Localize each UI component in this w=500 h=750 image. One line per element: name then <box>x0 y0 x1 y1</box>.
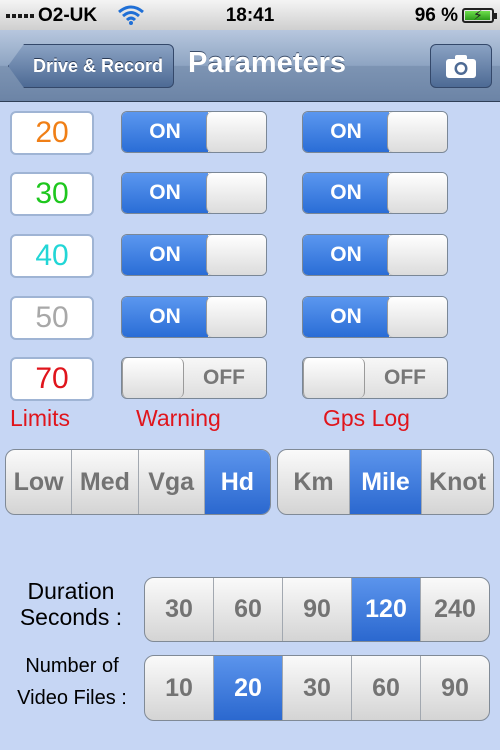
duration-option-120[interactable]: 120 <box>352 578 421 641</box>
quality-option-hd[interactable]: Hd <box>204 450 270 514</box>
toggle-knob[interactable] <box>206 173 266 213</box>
toggle-on-label: ON <box>122 235 208 275</box>
video-files-label-line2: Video Files : <box>17 687 127 709</box>
limits-label: Limits <box>10 405 71 431</box>
page-title: Parameters <box>188 47 346 79</box>
video-files-option-10[interactable]: 10 <box>145 656 214 720</box>
duration-label: Duration Seconds : <box>12 578 130 631</box>
camera-button[interactable] <box>430 44 492 88</box>
toggle-on-label: ON <box>303 112 389 152</box>
video-files-option-60[interactable]: 60 <box>352 656 421 720</box>
video-files-option-20[interactable]: 20 <box>214 656 283 720</box>
video-files-segmented-control: 10 20 30 60 90 <box>144 655 490 721</box>
toggle-knob[interactable] <box>387 173 447 213</box>
unit-option-km[interactable]: Km <box>278 450 350 514</box>
battery-percent: 96 % <box>414 5 458 26</box>
speed-limit-3[interactable]: 40 <box>10 234 94 278</box>
unit-option-mile[interactable]: Mile <box>350 450 422 514</box>
duration-label-line2: Seconds : <box>19 604 123 631</box>
speed-limit-4[interactable]: 50 <box>10 296 94 340</box>
toggle-knob[interactable] <box>206 112 266 152</box>
toggle-on-label: ON <box>122 173 208 213</box>
toggle-on-label: ON <box>122 297 208 337</box>
unit-option-knot[interactable]: Knot <box>422 450 493 514</box>
toggle-knob[interactable] <box>387 112 447 152</box>
toggle-on-label: ON <box>303 235 389 275</box>
speed-unit-segmented-control: Km Mile Knot <box>277 449 494 515</box>
toggle-knob[interactable] <box>387 297 447 337</box>
toggle-on-label: ON <box>122 112 208 152</box>
warning-label: Warning <box>136 405 221 431</box>
duration-segmented-control: 30 60 90 120 240 <box>144 577 490 642</box>
warning-toggle-1[interactable]: ON <box>121 111 267 153</box>
warning-toggle-5[interactable]: OFF <box>121 357 267 399</box>
video-files-option-90[interactable]: 90 <box>421 656 489 720</box>
duration-option-60[interactable]: 60 <box>214 578 283 641</box>
back-button[interactable]: Drive & Record <box>8 44 174 88</box>
toggle-knob[interactable] <box>387 235 447 275</box>
gps-log-toggle-5[interactable]: OFF <box>302 357 448 399</box>
toggle-on-label: ON <box>303 173 389 213</box>
warning-toggle-4[interactable]: ON <box>121 296 267 338</box>
warning-toggle-2[interactable]: ON <box>121 172 267 214</box>
toggle-off-label: OFF <box>203 366 245 389</box>
gps-log-label: Gps Log <box>323 405 410 431</box>
gps-log-toggle-4[interactable]: ON <box>302 296 448 338</box>
gps-log-toggle-2[interactable]: ON <box>302 172 448 214</box>
speed-limit-5[interactable]: 70 <box>10 357 94 401</box>
battery-icon: ⚡ <box>462 7 497 23</box>
duration-label-line1: Duration <box>27 578 115 604</box>
toggle-knob[interactable] <box>122 358 184 398</box>
video-files-label: Number of Video Files : <box>8 650 136 714</box>
video-quality-segmented-control: Low Med Vga Hd <box>5 449 271 515</box>
gps-log-toggle-1[interactable]: ON <box>302 111 448 153</box>
video-files-option-30[interactable]: 30 <box>283 656 352 720</box>
toggle-on-label: ON <box>303 297 389 337</box>
quality-option-low[interactable]: Low <box>6 450 73 514</box>
status-bar: O2-UK 18:41 96 % ⚡ <box>0 0 500 30</box>
charging-bolt-icon: ⚡ <box>473 7 483 23</box>
toggle-knob[interactable] <box>206 297 266 337</box>
quality-option-vga[interactable]: Vga <box>139 450 205 514</box>
duration-option-90[interactable]: 90 <box>283 578 352 641</box>
navigation-bar: Drive & Record Parameters <box>0 30 500 102</box>
camera-icon <box>446 55 476 78</box>
toggle-knob[interactable] <box>206 235 266 275</box>
quality-option-med[interactable]: Med <box>72 450 139 514</box>
video-files-label-line1: Number of <box>25 655 119 677</box>
gps-log-toggle-3[interactable]: ON <box>302 234 448 276</box>
duration-option-240[interactable]: 240 <box>421 578 489 641</box>
warning-toggle-3[interactable]: ON <box>121 234 267 276</box>
speed-limit-2[interactable]: 30 <box>10 172 94 216</box>
toggle-knob[interactable] <box>303 358 365 398</box>
duration-option-30[interactable]: 30 <box>145 578 214 641</box>
toggle-off-label: OFF <box>384 366 426 389</box>
speed-limit-1[interactable]: 20 <box>10 111 94 155</box>
